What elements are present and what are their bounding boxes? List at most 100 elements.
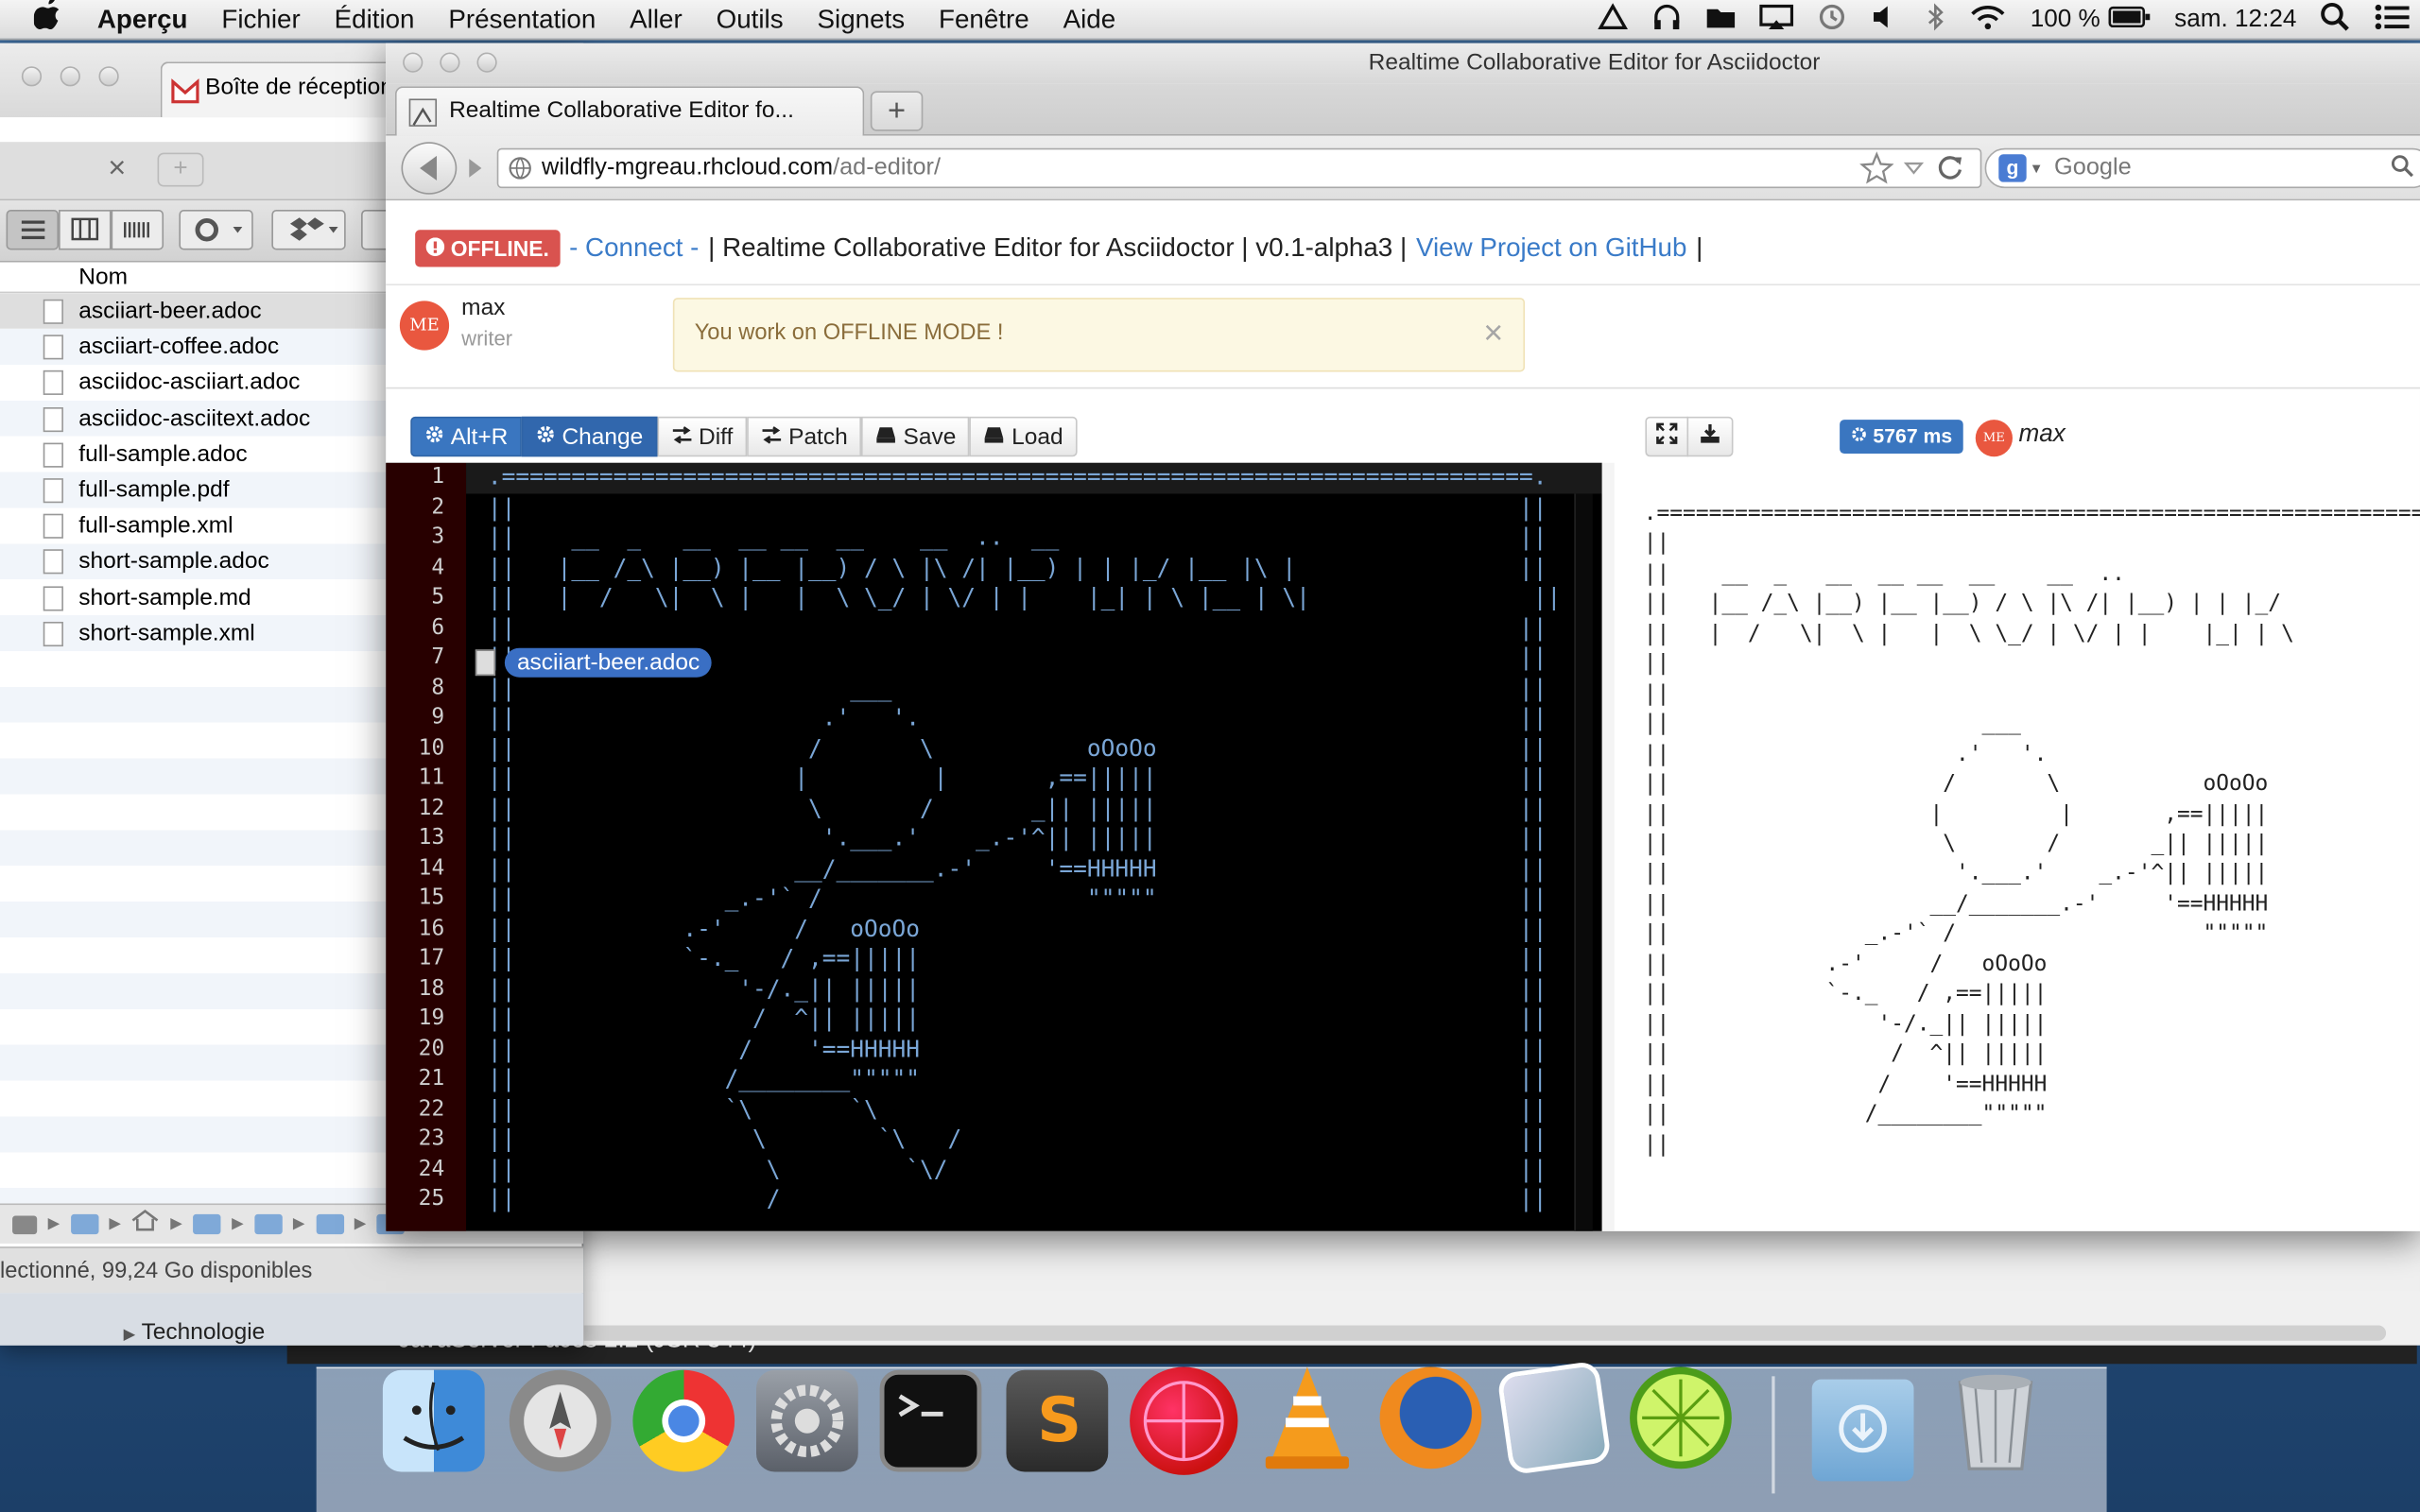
- folder-icon[interactable]: [315, 1213, 344, 1235]
- menu-presentation[interactable]: Présentation: [431, 0, 613, 40]
- folder-icon[interactable]: [70, 1213, 99, 1235]
- apple-menu-icon[interactable]: [0, 0, 80, 41]
- coverflow-view-button[interactable]: [111, 210, 164, 250]
- alt-r-button[interactable]: Alt+R: [410, 416, 523, 457]
- drive-icon[interactable]: [1599, 2, 1630, 38]
- save-button[interactable]: Save: [861, 416, 971, 457]
- folder-icon[interactable]: [254, 1213, 283, 1235]
- url-bar[interactable]: wildfly-mgreau.rhcloud.com/ad-editor/: [496, 147, 1982, 189]
- system-preferences-dock-icon[interactable]: [755, 1369, 858, 1472]
- forward-button[interactable]: [460, 151, 494, 188]
- gmail-tab-title: Boîte de réception: [205, 74, 393, 101]
- line-number: 11: [418, 765, 445, 790]
- line-number: 15: [418, 885, 445, 911]
- headphones-icon[interactable]: [1652, 2, 1684, 38]
- google-search-engine-icon[interactable]: g: [1998, 154, 2027, 182]
- window-minimize-button[interactable]: [440, 52, 460, 73]
- editor-scrollbar[interactable]: [1574, 493, 1593, 1231]
- code-line: || |__ /_\ |__) |__ |__) / \ |\ /| |__) …: [487, 553, 1547, 581]
- sublime-text-dock-icon[interactable]: S: [1006, 1369, 1109, 1472]
- menu-app-name[interactable]: Aperçu: [80, 0, 205, 40]
- menu-fichier[interactable]: Fichier: [204, 0, 317, 40]
- time-machine-icon[interactable]: [1817, 2, 1848, 38]
- patch-label: Patch: [788, 423, 848, 450]
- github-link[interactable]: View Project on GitHub: [1416, 233, 1686, 265]
- search-bar[interactable]: g ▼ Google: [1984, 147, 2420, 191]
- airplay-icon[interactable]: [1759, 2, 1794, 38]
- code-editor[interactable]: 1 2 3 4 5 6 7 8 9 10 11 12 13 14 15 16 17 18 19 20 21 22 23 24 2…: [386, 462, 1602, 1231]
- editor-preview-divider[interactable]: [1601, 462, 1615, 1231]
- clock[interactable]: sam. 12:24: [2174, 7, 2296, 34]
- vlc-dock-icon[interactable]: [1256, 1364, 1358, 1469]
- finder-dock-icon[interactable]: [382, 1369, 485, 1472]
- menu-aide[interactable]: Aide: [1046, 0, 1132, 40]
- history-dropdown-icon[interactable]: [1903, 156, 1925, 193]
- user-avatar[interactable]: ME: [399, 301, 450, 351]
- browser-titlebar: Realtime Collaborative Editor for Asciid…: [386, 43, 2420, 84]
- new-tab-button[interactable]: +: [870, 91, 924, 131]
- preview-line: || / '==HHHHH: [1643, 1072, 2048, 1097]
- window-zoom-button[interactable]: [98, 66, 119, 87]
- disclosure-triangle-icon[interactable]: ▶: [124, 1327, 136, 1344]
- preview-line: ||: [1643, 1131, 1670, 1157]
- alert-close-button[interactable]: ×: [1483, 316, 1503, 351]
- folder-icon[interactable]: [193, 1213, 221, 1235]
- back-button[interactable]: [401, 142, 458, 195]
- action-gear-button[interactable]: [179, 210, 253, 250]
- spotlight-search-icon[interactable]: [2320, 1, 2351, 40]
- list-view-button[interactable]: [6, 210, 60, 250]
- home-folder-icon[interactable]: [131, 1209, 159, 1239]
- menu-signets[interactable]: Signets: [801, 0, 922, 40]
- battery-icon[interactable]: [2108, 4, 2152, 36]
- preview-user-avatar[interactable]: ME: [1975, 420, 2013, 457]
- fullscreen-button[interactable]: [1645, 416, 1689, 457]
- disk-icon[interactable]: [12, 1214, 38, 1234]
- window-close-button[interactable]: [21, 66, 43, 87]
- change-label: Change: [562, 423, 644, 450]
- background-scrollbar[interactable]: [484, 1325, 2387, 1341]
- tab-close-icon[interactable]: ×: [108, 151, 126, 187]
- limechat-dock-icon[interactable]: [1630, 1366, 1732, 1469]
- dropbox-button[interactable]: [271, 210, 346, 250]
- network-app-dock-icon[interactable]: [1130, 1366, 1238, 1475]
- window-minimize-button[interactable]: [60, 66, 80, 87]
- terminal-dock-icon[interactable]: [879, 1369, 982, 1472]
- firefox-dock-icon[interactable]: [1379, 1366, 1482, 1469]
- browser-tab[interactable]: Realtime Collaborative Editor fo...: [394, 86, 865, 136]
- bookmark-star-icon[interactable]: [1859, 151, 1894, 198]
- menu-edition[interactable]: Édition: [318, 0, 432, 40]
- launchpad-dock-icon[interactable]: [509, 1369, 612, 1472]
- bluetooth-icon[interactable]: [1926, 2, 1947, 38]
- menu-aller[interactable]: Aller: [613, 0, 699, 40]
- document-icon: [43, 299, 63, 324]
- patch-button[interactable]: Patch: [747, 416, 862, 457]
- diff-button[interactable]: Diff: [656, 416, 748, 457]
- menu-outils[interactable]: Outils: [700, 0, 801, 40]
- window-close-button[interactable]: [403, 52, 424, 73]
- change-button[interactable]: Change: [522, 416, 657, 457]
- search-icon[interactable]: [2391, 154, 2415, 191]
- reload-icon[interactable]: [1937, 154, 1964, 194]
- downloads-stack-dock-icon[interactable]: [1811, 1379, 1914, 1482]
- download-button[interactable]: [1686, 416, 1734, 457]
- load-button[interactable]: Load: [970, 416, 1078, 457]
- tree-row[interactable]: ▶ Technologie: [0, 1293, 584, 1346]
- new-tab-icon[interactable]: +: [157, 152, 204, 187]
- notification-list-icon[interactable]: [2374, 2, 2411, 38]
- volume-icon[interactable]: [1872, 2, 1903, 38]
- code-line: || \ `\ / ||: [487, 1125, 1547, 1153]
- connect-link[interactable]: - Connect -: [569, 233, 699, 265]
- wifi-icon[interactable]: [1970, 2, 2007, 38]
- folder-icon[interactable]: [1706, 2, 1737, 38]
- code-content[interactable]: .=======================================…: [488, 463, 1561, 1215]
- app-title: | Realtime Collaborative Editor for Asci…: [708, 232, 1408, 263]
- search-engine-dropdown-icon[interactable]: ▼: [2030, 149, 2044, 186]
- trash-dock-icon[interactable]: [1945, 1367, 2047, 1470]
- chrome-dock-icon[interactable]: [632, 1369, 735, 1472]
- menu-fenetre[interactable]: Fenêtre: [922, 0, 1046, 40]
- battery-percent[interactable]: 100 %: [2031, 7, 2100, 34]
- iphoto-dock-icon[interactable]: [1496, 1360, 1612, 1476]
- window-zoom-button[interactable]: [476, 52, 497, 73]
- column-view-button[interactable]: [59, 210, 112, 250]
- code-line: .=======================================…: [487, 462, 1547, 491]
